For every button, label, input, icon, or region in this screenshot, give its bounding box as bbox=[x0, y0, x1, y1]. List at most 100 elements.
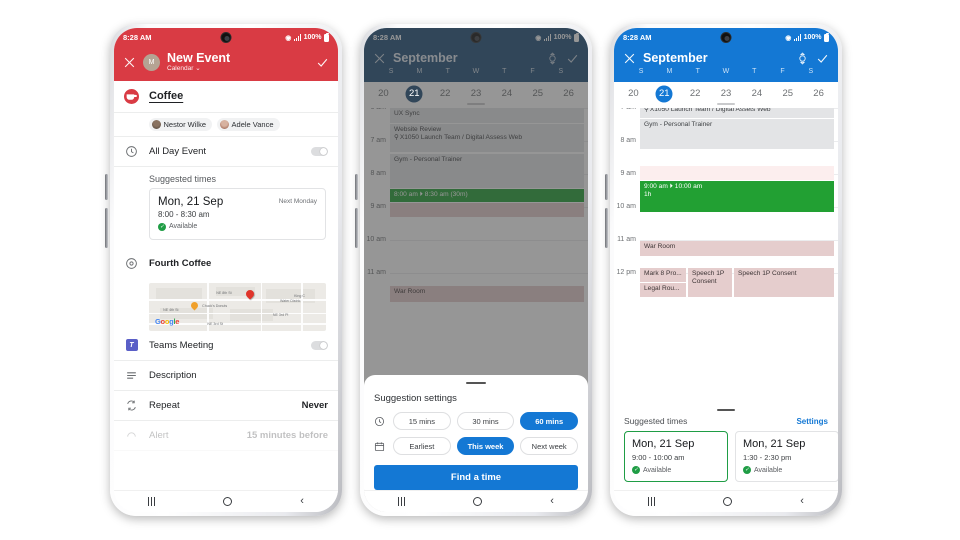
suggestion-date: Mon, 21 Sep bbox=[743, 438, 806, 450]
date-cell[interactable]: 26 bbox=[803, 88, 834, 99]
volume-button[interactable] bbox=[105, 174, 108, 200]
date-cell[interactable]: 23 bbox=[711, 88, 742, 99]
attendee-chip[interactable]: Nestor Wilke bbox=[149, 117, 213, 131]
recents-icon[interactable] bbox=[148, 497, 156, 506]
repeat-row[interactable]: Repeat Never bbox=[114, 391, 338, 421]
status-bar: 8:28 AM ◉ 100% bbox=[614, 28, 838, 47]
back-icon[interactable]: ‹ bbox=[550, 496, 554, 507]
attendee-chip[interactable]: Adele Vance bbox=[217, 117, 280, 131]
date-cell[interactable]: 25 bbox=[772, 88, 803, 99]
suggestion-tag: Next Monday bbox=[278, 197, 317, 205]
calendar-event[interactable]: Speech 1P Consent bbox=[688, 268, 732, 298]
recents-icon[interactable] bbox=[648, 497, 656, 506]
clock-icon bbox=[124, 145, 139, 158]
date-cell-selected[interactable]: 21 bbox=[649, 85, 680, 103]
description-label: Description bbox=[149, 369, 197, 381]
home-icon[interactable] bbox=[723, 497, 733, 506]
duration-option-30[interactable]: 30 mins bbox=[456, 412, 515, 430]
confirm-icon[interactable] bbox=[816, 52, 829, 65]
back-icon[interactable]: ‹ bbox=[800, 496, 804, 507]
signal-icon bbox=[293, 34, 302, 41]
page-title: New Event bbox=[167, 51, 231, 65]
power-button[interactable] bbox=[355, 208, 358, 248]
date-cell[interactable]: 24 bbox=[741, 88, 772, 99]
calendar-event[interactable]: Legal Rou... bbox=[640, 283, 686, 298]
all-day-toggle[interactable] bbox=[311, 146, 328, 156]
calendar-selector[interactable]: Calendar ⌄ bbox=[167, 65, 309, 73]
event-title-row[interactable]: Coffee bbox=[114, 81, 338, 113]
phone-1-app-bar: M New Event Calendar ⌄ bbox=[114, 47, 338, 81]
suggestion-settings-sheet: Suggestion settings 15 mins 30 mins 60 m… bbox=[364, 374, 588, 512]
date-strip[interactable]: 20 21 22 23 24 25 26 bbox=[614, 82, 838, 103]
location-map[interactable]: Chuck's Donuts NE 8th St King C Water Di… bbox=[149, 282, 326, 331]
attendee-name: Nestor Wilke bbox=[163, 119, 207, 129]
phone-3-screen: 8:28 AM ◉ 100% September S M T W T F S 2… bbox=[614, 28, 838, 512]
find-a-time-button[interactable]: Find a time bbox=[374, 465, 578, 490]
range-option-next-week[interactable]: Next week bbox=[520, 437, 579, 455]
location-name: Fourth Coffee bbox=[149, 258, 212, 270]
attendee-name: Adele Vance bbox=[231, 119, 274, 129]
check-circle-icon bbox=[632, 466, 640, 474]
suggested-time-card[interactable]: Mon, 21 Sep 1:30 - 2:30 pm Available bbox=[735, 431, 838, 482]
date-cell[interactable]: 22 bbox=[680, 88, 711, 99]
check-circle-icon bbox=[743, 466, 751, 474]
volume-button[interactable] bbox=[605, 174, 608, 200]
camera-hole-icon bbox=[720, 32, 732, 43]
suggested-times-panel: Suggested times Settings Mon, 21 Sep 9:0… bbox=[614, 404, 838, 490]
calendar-icon bbox=[374, 441, 387, 452]
power-button[interactable] bbox=[105, 208, 108, 248]
teams-toggle[interactable] bbox=[311, 340, 328, 350]
calendar-event[interactable] bbox=[640, 166, 834, 181]
attendees-row[interactable]: Nestor Wilke Adele Vance bbox=[114, 113, 338, 137]
range-option-this-week[interactable]: This week bbox=[456, 437, 515, 455]
event-title[interactable]: Coffee bbox=[149, 90, 328, 102]
status-time: 8:28 AM bbox=[123, 33, 152, 42]
home-icon[interactable] bbox=[473, 497, 483, 506]
date-cell[interactable]: 20 bbox=[618, 88, 649, 99]
calendar-event[interactable]: Gym - Personal Trainer bbox=[640, 119, 834, 150]
calendar-event[interactable]: Mark 8 Pro... bbox=[640, 268, 686, 283]
close-icon[interactable] bbox=[623, 52, 636, 65]
proposed-time-block[interactable]: 9:00 am ⏵ 10:00 am 1h bbox=[640, 181, 834, 213]
description-row[interactable]: Description bbox=[114, 361, 338, 391]
teams-label: Teams Meeting bbox=[149, 339, 214, 351]
calendar-event[interactable]: Speech 1P Consent bbox=[734, 268, 834, 298]
status-bar: 8:28 AM ◉ 100% bbox=[114, 28, 338, 47]
settings-link[interactable]: Settings bbox=[796, 417, 828, 426]
calendar-event[interactable]: X1050 Launch Team / Digital Assets Web bbox=[640, 108, 834, 119]
home-icon[interactable] bbox=[223, 497, 233, 506]
suggestions-icon[interactable] bbox=[796, 52, 809, 65]
alert-label: Alert bbox=[149, 429, 169, 441]
phone-1-form: Coffee Nestor Wilke Adele Vance All Day … bbox=[114, 80, 338, 490]
suggested-time-card-selected[interactable]: Mon, 21 Sep 9:00 - 10:00 am Available bbox=[624, 431, 728, 482]
calendar-event[interactable]: War Room bbox=[640, 241, 834, 257]
weekday: T bbox=[695, 68, 700, 76]
recents-icon[interactable] bbox=[398, 497, 406, 506]
wifi-icon: ◉ bbox=[285, 34, 292, 42]
duration-option-15[interactable]: 15 mins bbox=[393, 412, 451, 430]
repeat-icon bbox=[124, 399, 139, 412]
page-title: September bbox=[643, 51, 708, 65]
map-label: NE 3rd St bbox=[207, 322, 223, 327]
system-nav-bar: ‹ bbox=[114, 490, 338, 512]
power-button[interactable] bbox=[605, 208, 608, 248]
confirm-icon[interactable] bbox=[316, 56, 329, 69]
teams-meeting-row[interactable]: Teams Meeting bbox=[114, 331, 338, 361]
hour-label: 7 am bbox=[620, 108, 636, 111]
day-grid[interactable]: 7 am 8 am 9 am 10 am 11 am 12 pm X1050 L… bbox=[614, 108, 838, 405]
range-option-earliest[interactable]: Earliest bbox=[393, 437, 451, 455]
phone-3-app-bar: September S M T W T F S bbox=[614, 47, 838, 83]
chevron-down-icon: ⌄ bbox=[195, 65, 201, 73]
sheet-handle[interactable] bbox=[466, 381, 486, 384]
avatar: M bbox=[143, 53, 160, 71]
location-row[interactable]: Fourth Coffee bbox=[114, 249, 338, 279]
back-icon[interactable]: ‹ bbox=[300, 496, 304, 507]
alert-value: 15 minutes before bbox=[246, 429, 328, 441]
alert-row[interactable]: Alert 15 minutes before bbox=[114, 421, 338, 451]
duration-option-60[interactable]: 60 mins bbox=[520, 412, 579, 430]
close-icon[interactable] bbox=[123, 56, 136, 69]
suggested-time-card[interactable]: Mon, 21 Sep Next Monday 8:00 - 8:30 am A… bbox=[149, 187, 326, 240]
all-day-row[interactable]: All Day Event bbox=[114, 137, 338, 167]
panel-handle[interactable] bbox=[614, 405, 838, 417]
volume-button[interactable] bbox=[355, 174, 358, 200]
